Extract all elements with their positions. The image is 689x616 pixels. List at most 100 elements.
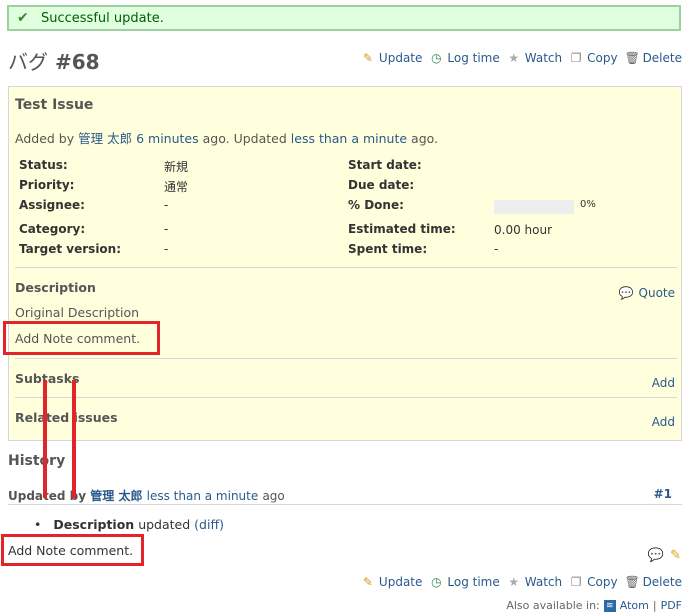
atom-link[interactable]: Atom [620,599,649,612]
copy-link[interactable]: ❐ Copy [569,575,618,589]
author-link[interactable]: 管理 太郎 [78,131,132,146]
ago-updated-text: ago. Updated [202,131,287,146]
journal-detail: • Description updated (diff) [34,517,224,532]
spent-time-value: - [494,242,499,256]
description-line-1: Original Description [15,305,140,320]
issue-actions-top: ✎ Update ◷ Log time ★ Watch ❐ Copy 🗑 Delete [354,51,682,65]
copy-link[interactable]: ❐ Copy [569,51,618,65]
added-by-prefix: Added by [15,131,75,146]
status-label: Status: [19,158,68,172]
watch-label: Watch [524,51,563,65]
annotation-line-left [43,380,47,498]
annotation-box-note [1,534,144,566]
log-time-label: Log time [447,51,500,65]
also-available-text: Also available in: [506,599,600,612]
detail-text: updated [138,517,191,532]
start-date-label: Start date: [348,158,422,172]
trash-icon: 🗑 [624,51,640,65]
issue-details: Test Issue Added by 管理 太郎 6 minutes ago.… [8,86,682,441]
journal-author-link[interactable]: 管理 太郎 [90,489,142,503]
clock-icon: ◷ [431,575,442,589]
copy-icon: ❐ [570,575,582,589]
flash-notice: ✔ Successful update. [7,5,681,31]
delete-link[interactable]: 🗑 Delete [625,575,682,589]
pencil-icon: ✎ [362,51,373,65]
journal-ago-text: ago [262,489,285,503]
trash-icon: 🗑 [624,575,640,589]
estimated-time-label: Estimated time: [348,222,456,236]
created-ago-link[interactable]: 6 minutes [136,131,199,146]
update-link[interactable]: ✎ Update [361,575,423,589]
related-issues-title: Related issues [15,410,118,425]
issue-actions-bottom: ✎ Update ◷ Log time ★ Watch ❐ Copy 🗑 Delete [354,575,682,589]
add-subtask-link[interactable]: Add [652,376,675,390]
updated-ago-link[interactable]: less than a minute [291,131,407,146]
diff-link[interactable]: (diff) [194,517,224,532]
estimated-time-value: 0.00 hour [494,223,553,237]
journal-number-link[interactable]: #1 [654,487,672,501]
divider [15,267,677,268]
update-label: Update [378,51,423,65]
watch-label: Watch [524,575,563,589]
log-time-label: Log time [447,575,500,589]
description-title: Description [15,280,96,295]
category-value: - [164,222,169,236]
copy-icon: ❐ [570,51,582,65]
delete-label: Delete [642,51,682,65]
ago-end-text: ago. [411,131,439,146]
edit-icon[interactable]: ✎ [670,548,681,563]
delete-label: Delete [642,575,682,589]
star-icon: ★ [508,51,520,65]
journal-note-actions: 💬 ✎ [648,548,681,563]
copy-label: Copy [587,575,618,589]
divider [15,358,677,359]
detail-field: Description [53,517,135,532]
status-value: 新規 [164,160,189,174]
tracker-name: バグ [8,50,48,74]
add-related-link[interactable]: Add [652,415,675,429]
subtasks-title: Subtasks [15,371,80,386]
copy-label: Copy [587,51,618,65]
log-time-link[interactable]: ◷ Log time [429,51,500,65]
issue-number: #68 [54,50,100,74]
category-label: Category: [19,222,86,236]
journal-when-link[interactable]: less than a minute [147,489,259,503]
issue-author-line: Added by 管理 太郎 6 minutes ago. Updated le… [15,128,438,147]
assignee-value: - [164,198,169,212]
page-title: バグ #68 [8,46,100,75]
issue-subject: Test Issue [15,97,94,113]
also-available: Also available in: ≋ Atom | PDF [506,599,682,612]
update-link[interactable]: ✎ Update [361,51,423,65]
watch-link[interactable]: ★ Watch [507,575,562,589]
delete-link[interactable]: 🗑 Delete [625,51,682,65]
clock-icon: ◷ [431,51,442,65]
separator: | [652,599,657,612]
target-version-value: - [164,242,169,256]
divider [15,397,677,398]
priority-label: Priority: [19,178,75,192]
star-icon: ★ [508,575,520,589]
bullet: • [34,517,42,532]
feed-icon: ≋ [603,599,616,612]
pencil-icon: ✎ [362,575,373,589]
watch-link[interactable]: ★ Watch [507,51,562,65]
flash-message: Successful update. [41,10,164,26]
annotation-box-description [3,321,160,355]
speech-bubble-icon: 💬 [618,286,634,300]
history-title: History [8,453,66,469]
journal-header: Updated by 管理 太郎 less than a minute ago [8,487,285,504]
log-time-link[interactable]: ◷ Log time [429,575,500,589]
annotation-line-right [72,380,76,498]
done-label: % Done: [348,198,404,212]
done-percent: 0% [580,199,596,210]
quote-label: Quote [638,286,675,300]
divider [8,504,682,505]
quote-link[interactable]: 💬 Quote [619,286,675,300]
target-version-label: Target version: [19,242,122,256]
due-date-label: Due date: [348,178,415,192]
done-progress-bar [494,200,574,214]
pdf-link[interactable]: PDF [661,599,682,612]
quote-icon[interactable]: 💬 [648,548,664,563]
checkmark-icon: ✔ [17,10,29,26]
spent-time-label: Spent time: [348,242,428,256]
